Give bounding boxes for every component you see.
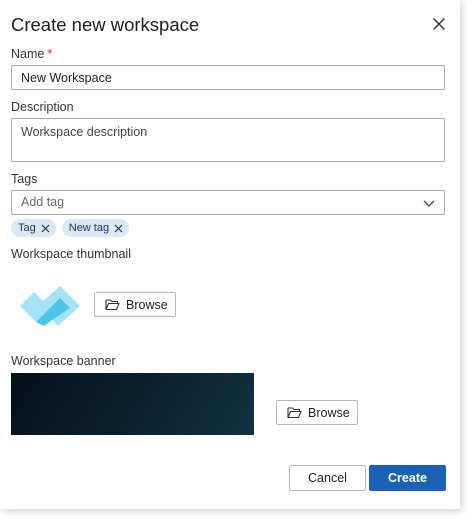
required-marker: * [47,47,53,61]
tag-chip: New tag [61,219,130,237]
chevron-down-icon [423,200,435,207]
tags-label: Tags [11,172,38,186]
cancel-button[interactable]: Cancel [289,465,366,491]
create-button[interactable]: Create [369,465,446,491]
remove-tag-icon[interactable] [114,224,123,233]
tag-chip: Tag [11,219,56,237]
thumbnail-label: Workspace thumbnail [11,247,131,261]
tags-select[interactable]: Add tag [11,190,445,215]
description-input[interactable]: Workspace description [11,118,445,162]
name-label: Name * [11,46,52,62]
banner-preview [11,373,254,435]
dialog-title: Create new workspace [11,14,200,35]
workspace-logo-icon [20,286,80,326]
tag-list: Tag New tag [11,219,130,237]
close-icon [433,18,445,30]
name-input[interactable] [11,65,445,90]
browse-label: Browse [126,297,168,312]
folder-open-icon [105,299,120,311]
browse-label: Browse [308,405,350,420]
folder-open-icon [287,407,302,419]
remove-tag-icon[interactable] [41,224,50,233]
description-label: Description [11,100,74,114]
tag-chip-label: New tag [68,222,110,234]
create-workspace-dialog: Create new workspace Name* Description W… [0,0,460,509]
browse-banner-button[interactable]: Browse [276,400,358,425]
tags-placeholder: Add tag [21,195,65,209]
name-label-text: Name [11,47,45,61]
tag-chip-label: Tag [18,222,36,234]
browse-thumbnail-button[interactable]: Browse [94,292,176,317]
close-button[interactable] [430,15,448,33]
banner-label: Workspace banner [11,354,116,368]
